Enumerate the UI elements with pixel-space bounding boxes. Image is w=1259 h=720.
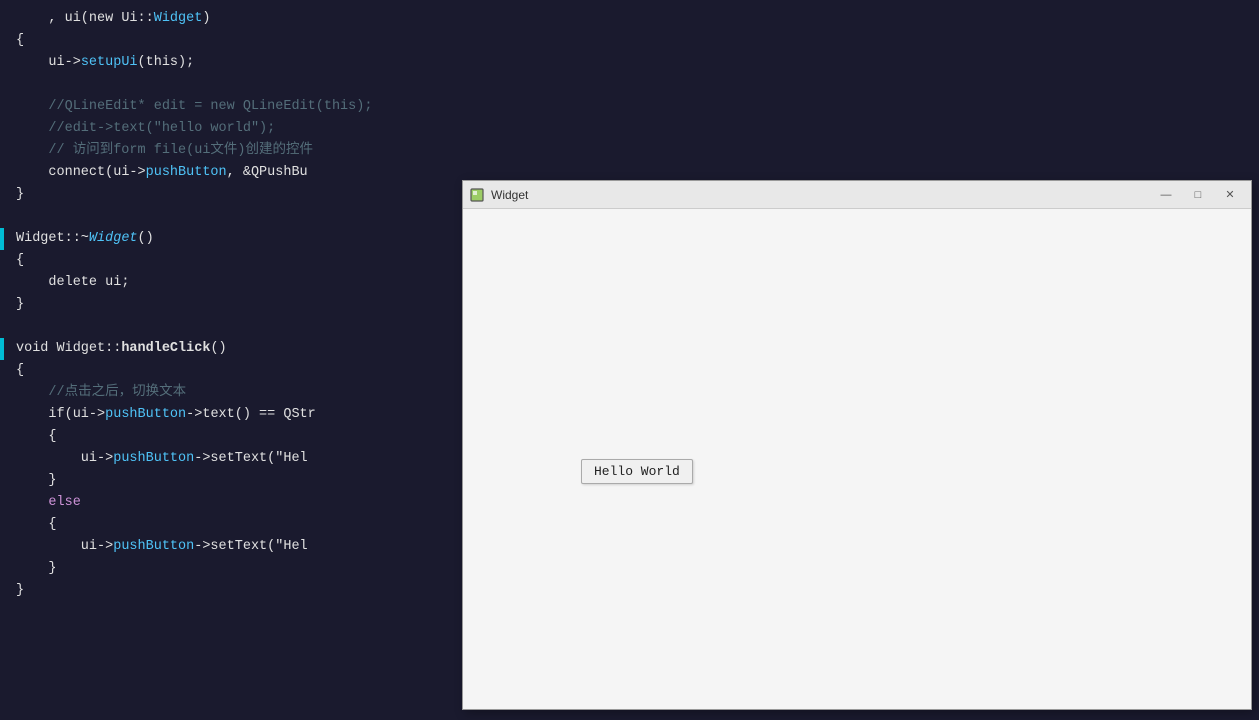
code-line: ui->setupUi(this);	[0, 52, 1259, 74]
code-line: //edit->text("hello world");	[0, 118, 1259, 140]
close-button[interactable]: ✕	[1215, 185, 1245, 205]
code-line: //QLineEdit* edit = new QLineEdit(this);	[0, 96, 1259, 118]
code-line	[0, 74, 1259, 96]
minimize-button[interactable]: —	[1151, 185, 1181, 205]
code-line: , ui(new Ui::Widget)	[0, 8, 1259, 30]
code-line: // 访问到form file(ui文件)创建的控件	[0, 140, 1259, 162]
qt-window-controls: — □ ✕	[1151, 185, 1245, 205]
maximize-button[interactable]: □	[1183, 185, 1213, 205]
qt-title-text: Widget	[491, 188, 1151, 202]
qt-content: Hello World	[463, 209, 1251, 709]
widget-icon	[469, 187, 485, 203]
code-line: {	[0, 30, 1259, 52]
qt-titlebar: Widget — □ ✕	[463, 181, 1251, 209]
hello-world-button[interactable]: Hello World	[581, 459, 693, 484]
qt-window: Widget — □ ✕ Hello World	[462, 180, 1252, 710]
